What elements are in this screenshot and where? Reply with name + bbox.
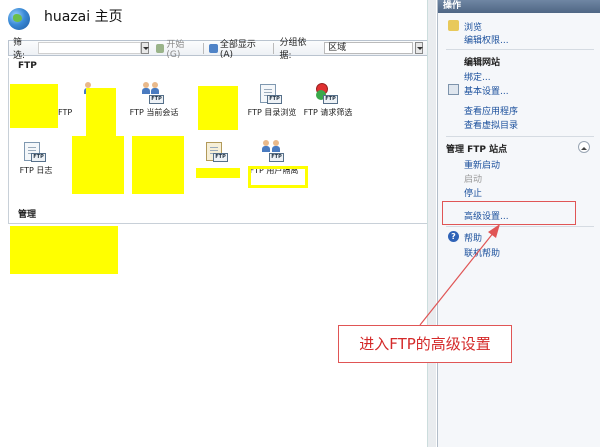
actions-header: 操作 — [438, 0, 600, 13]
show-all-label: 全部显示(A) — [219, 39, 256, 60]
redaction-block — [10, 84, 58, 128]
show-all-button[interactable]: 全部显示(A) — [206, 37, 271, 60]
tile-label: FTP 日志 — [19, 166, 53, 175]
globe-icon — [8, 8, 30, 30]
basic-settings-link[interactable]: 基本设置... — [464, 84, 509, 97]
page-header: huazai 主页 — [0, 0, 436, 36]
divider — [446, 136, 594, 137]
redaction-block — [86, 88, 116, 136]
view-virtual-directories-link[interactable]: 查看虚拟目录 — [464, 118, 518, 131]
show-all-icon — [209, 43, 218, 53]
ftp-badge-icon: FTP — [267, 95, 282, 104]
edit-permissions-link[interactable]: 编辑权限... — [464, 33, 509, 46]
feature-tile-current-sessions[interactable]: FTP FTP 当前会话 — [126, 82, 180, 140]
section-ftp: FTP — [18, 61, 37, 71]
toolbar-separator — [273, 42, 275, 54]
current-sessions-icon: FTP — [140, 82, 164, 106]
edit-site-group: 编辑网站 — [464, 58, 501, 68]
redaction-outline — [248, 166, 308, 188]
start-link[interactable]: 启动 — [464, 172, 482, 185]
group-by-select[interactable]: 区域 — [324, 42, 414, 54]
page-title: huazai 主页 — [44, 9, 123, 25]
filter-toolbar: 筛选: 开始(G) 全部显示(A) 分组依据: 区域 — [8, 38, 428, 61]
logging-icon: FTP — [22, 140, 46, 164]
user-icon — [151, 82, 159, 94]
toolbar-separator — [203, 42, 204, 54]
redaction-block — [72, 136, 124, 194]
user-icon — [272, 140, 280, 152]
online-help-link[interactable]: 联机帮助 — [464, 246, 500, 259]
ftp-badge-icon: FTP — [31, 153, 46, 162]
vertical-scrollbar[interactable] — [427, 0, 436, 447]
browse-link[interactable]: 浏览 — [464, 20, 482, 33]
annotation-highlight-box — [442, 201, 576, 225]
collapse-icon[interactable] — [578, 141, 590, 153]
settings-icon — [448, 84, 459, 95]
group-by-dropdown-button[interactable] — [415, 42, 423, 54]
stop-link[interactable]: 停止 — [464, 186, 482, 199]
redaction-block — [132, 136, 184, 194]
browse-icon — [448, 20, 459, 31]
redaction-block — [198, 86, 238, 130]
start-icon — [155, 43, 165, 53]
view-applications-link[interactable]: 查看应用程序 — [464, 104, 518, 117]
start-filter-button[interactable]: 开始(G) — [153, 37, 202, 60]
tile-label: FTP 当前会话 — [129, 108, 179, 117]
ftp-badge-icon: FTP — [149, 95, 164, 104]
user-isolation-icon: FTP — [260, 140, 284, 164]
help-link[interactable]: 帮助 — [464, 231, 482, 244]
request-filtering-icon: FTP — [314, 82, 338, 106]
bindings-link[interactable]: 绑定... — [464, 70, 491, 83]
tile-label: FTP 请求筛选 — [303, 108, 353, 117]
annotation-callout: 进入FTP的高级设置 — [338, 325, 512, 363]
redaction-block — [196, 168, 240, 178]
feature-tile-request-filtering[interactable]: FTP FTP 请求筛选 — [300, 82, 354, 140]
start-filter-label: 开始(G) — [166, 39, 185, 60]
ftp-badge-icon: FTP — [213, 153, 228, 162]
ftp-feature-icon: FTP — [204, 140, 228, 164]
user-icon — [142, 82, 150, 94]
restart-link[interactable]: 重新启动 — [464, 158, 500, 171]
divider — [446, 49, 594, 50]
filter-dropdown-button[interactable] — [140, 42, 149, 54]
filter-input[interactable] — [37, 42, 141, 54]
manage-ftp-site-group: 管理 FTP 站点 — [446, 145, 508, 155]
redaction-block — [10, 226, 118, 274]
tile-label: FTP 目录浏览 — [247, 108, 297, 117]
ftp-badge-icon: FTP — [323, 95, 338, 104]
directory-browsing-icon: FTP — [258, 82, 282, 106]
help-icon: ? — [448, 231, 459, 242]
feature-tile-logging[interactable]: FTP FTP 日志 — [12, 140, 66, 198]
user-icon — [262, 140, 270, 152]
ftp-badge-icon: FTP — [269, 153, 284, 162]
divider — [446, 226, 594, 227]
section-manage: 管理 — [18, 210, 37, 220]
feature-tile-directory-browsing[interactable]: FTP FTP 目录浏览 — [244, 82, 298, 140]
